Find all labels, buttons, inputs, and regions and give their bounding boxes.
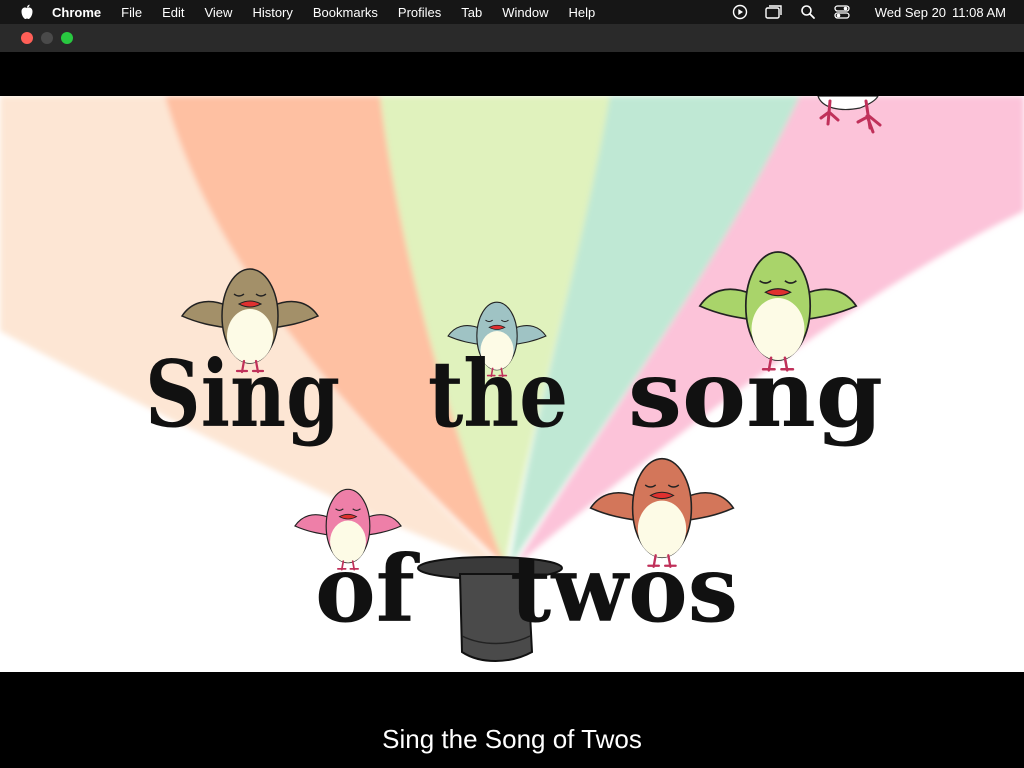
title-word-song: song: [628, 340, 883, 448]
clock-time: 11:08 AM: [952, 4, 1006, 20]
menu-tab[interactable]: Tab: [461, 5, 482, 20]
control-center-icon[interactable]: [833, 3, 851, 21]
window-title-bar: [0, 24, 1024, 52]
menu-clock[interactable]: Wed Sep 20 11:08 AM: [869, 5, 1006, 20]
windows-icon[interactable]: [765, 3, 783, 21]
zoom-window-button[interactable]: [61, 32, 73, 44]
search-icon[interactable]: [799, 3, 817, 21]
title-word-of: of: [315, 535, 420, 643]
menu-bar: Chrome File Edit View History Bookmarks …: [0, 0, 1024, 24]
video-caption: Sing the Song of Twos: [382, 724, 642, 754]
menu-history[interactable]: History: [252, 5, 292, 20]
apple-logo-icon[interactable]: [18, 0, 36, 24]
title-word-sing: Sing: [145, 340, 340, 448]
title-word-the: the: [428, 340, 568, 448]
menu-profiles[interactable]: Profiles: [398, 5, 441, 20]
menu-window[interactable]: Window: [502, 5, 548, 20]
menu-edit[interactable]: Edit: [162, 5, 184, 20]
clock-date: Wed Sep 20: [874, 4, 947, 20]
video-frame[interactable]: Sing the song of twos: [0, 96, 1024, 672]
menu-file[interactable]: File: [121, 5, 142, 20]
title-word-twos: twos: [510, 535, 738, 643]
minimize-window-button[interactable]: [41, 32, 53, 44]
menu-help[interactable]: Help: [569, 5, 596, 20]
close-window-button[interactable]: [21, 32, 33, 44]
menu-chrome[interactable]: Chrome: [52, 5, 101, 20]
play-circle-icon[interactable]: [731, 3, 749, 21]
menu-view[interactable]: View: [204, 5, 232, 20]
menu-bookmarks[interactable]: Bookmarks: [313, 5, 378, 20]
